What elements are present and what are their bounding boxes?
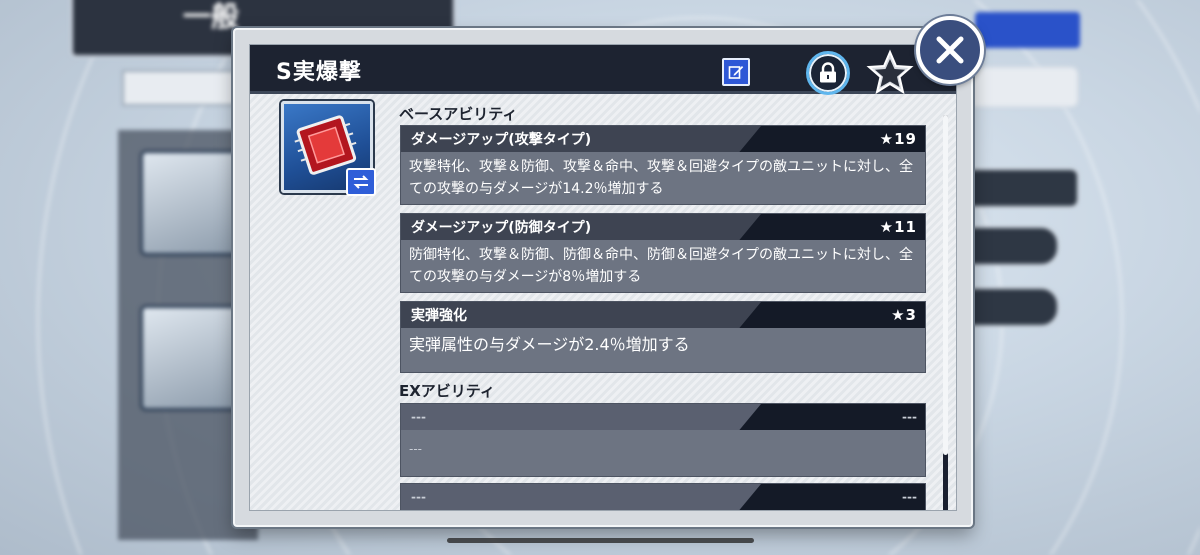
ex-ability-stars: --- — [902, 410, 917, 424]
swap-button[interactable] — [346, 168, 376, 196]
background-right-dropdown — [965, 168, 1079, 208]
ability-header: 実弾強化 ★3 — [401, 302, 925, 328]
ex-ability-card: --- --- --- — [400, 403, 926, 477]
ability-name: 実弾強化 — [411, 308, 467, 324]
ex-ability-card: --- --- — [400, 483, 926, 510]
ability-dialog: S実爆撃 ベースアビリティ ダメージアップ(攻撃タイプ) ★19 攻撃特化、攻撃… — [233, 28, 973, 527]
close-icon — [936, 36, 964, 64]
home-indicator — [447, 538, 754, 543]
ability-stars: ★3 — [891, 306, 917, 324]
ability-header: ダメージアップ(防御タイプ) ★11 — [401, 214, 925, 240]
ability-description: 防御特化、攻撃＆防御、防御＆命中、防御＆回避タイプの敵ユニットに対し、全ての攻撃… — [409, 247, 913, 285]
ability-name: ダメージアップ(攻撃タイプ) — [411, 132, 592, 148]
close-button[interactable] — [916, 16, 984, 84]
ability-description: 実弾属性の与ダメージが2.4％増加する — [409, 335, 690, 354]
ex-ability-header: --- --- — [401, 404, 925, 430]
edit-icon — [728, 66, 744, 79]
background-right-tab — [965, 66, 1079, 108]
dialog-header: S実爆撃 — [250, 45, 956, 95]
background-card — [140, 150, 246, 256]
ability-card: 実弾強化 ★3 実弾属性の与ダメージが2.4％増加する — [400, 301, 926, 373]
ability-stars: ★19 — [879, 130, 917, 148]
scroll-thumb[interactable] — [943, 115, 948, 455]
swap-icon — [353, 175, 369, 189]
ex-ability-description: --- — [409, 442, 422, 456]
ex-ability-name: --- — [411, 410, 426, 424]
scrollbar[interactable] — [943, 115, 948, 510]
ex-ability-name: --- — [411, 490, 426, 504]
lock-icon — [820, 62, 836, 83]
background-blue-button — [975, 12, 1080, 48]
favorite-button[interactable] — [866, 49, 914, 95]
star-icon — [866, 49, 914, 95]
base-ability-label: ベースアビリティ — [399, 105, 518, 123]
ability-stars: ★11 — [879, 218, 917, 236]
ability-card: ダメージアップ(防御タイプ) ★11 防御特化、攻撃＆防御、防御＆命中、防御＆回… — [400, 213, 926, 293]
dialog-title: S実爆撃 — [276, 60, 362, 85]
lock-button[interactable] — [806, 51, 850, 95]
edit-button[interactable] — [722, 58, 750, 86]
ex-ability-header: --- --- — [401, 484, 925, 510]
ability-name: ダメージアップ(防御タイプ) — [411, 220, 592, 236]
ability-header: ダメージアップ(攻撃タイプ) ★19 — [401, 126, 925, 152]
background-card — [140, 305, 246, 411]
item-icon — [281, 101, 376, 196]
background-title: 一般 — [183, 0, 240, 33]
ex-ability-label: EXアビリティ — [399, 382, 495, 400]
ability-card: ダメージアップ(攻撃タイプ) ★19 攻撃特化、攻撃＆防御、攻撃＆命中、攻撃＆回… — [400, 125, 926, 205]
ability-description: 攻撃特化、攻撃＆防御、攻撃＆命中、攻撃＆回避タイプの敵ユニットに対し、全ての攻撃… — [409, 159, 913, 197]
dialog-body: S実爆撃 ベースアビリティ ダメージアップ(攻撃タイプ) ★19 攻撃特化、攻撃… — [249, 44, 957, 511]
ex-ability-stars: --- — [902, 490, 917, 504]
